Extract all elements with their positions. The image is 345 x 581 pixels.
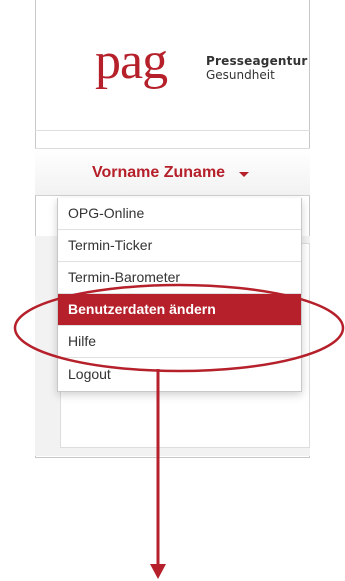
arrow-down-icon [150,369,166,579]
annotation-overlay [13,283,345,579]
highlight-ellipse [13,283,345,373]
